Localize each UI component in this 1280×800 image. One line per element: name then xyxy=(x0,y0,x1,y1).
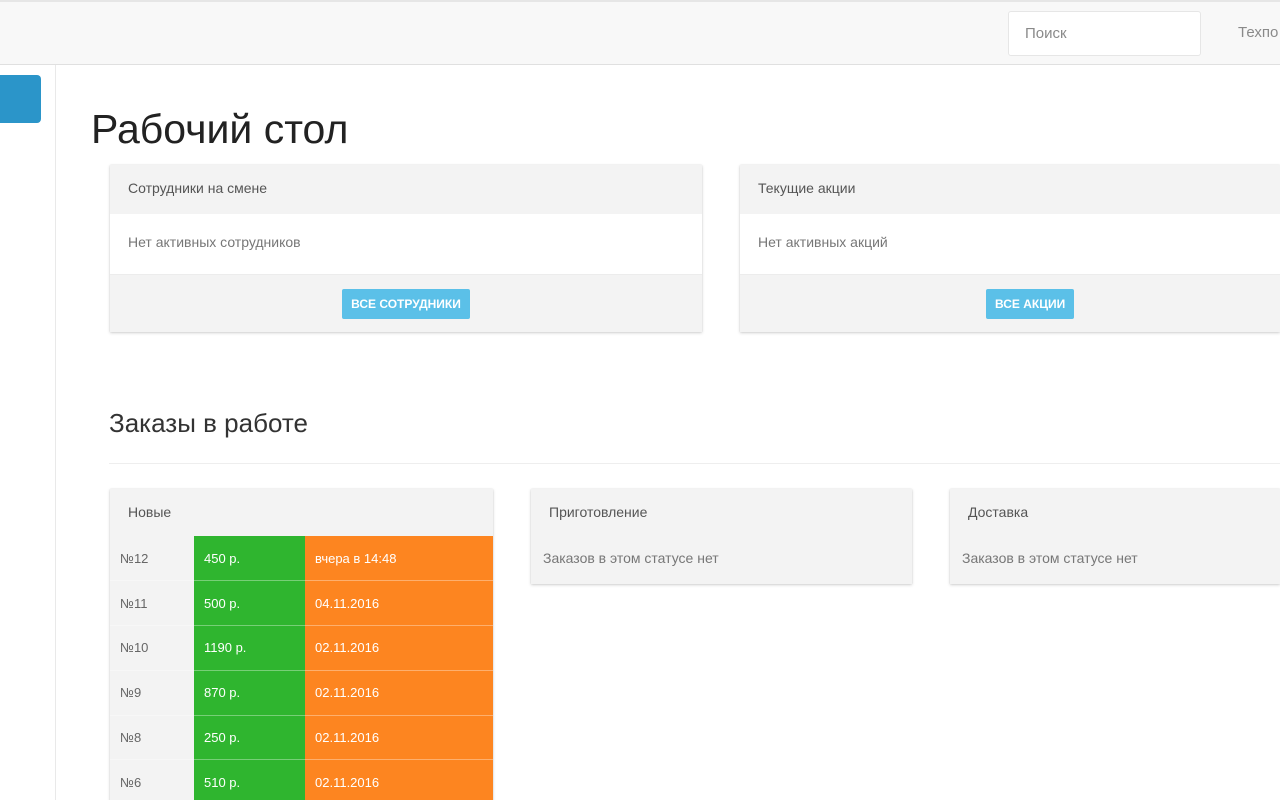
order-row[interactable]: №8 250 р. 02.11.2016 xyxy=(110,715,493,761)
orders-section-title: Заказы в работе xyxy=(109,408,308,438)
order-time: 02.11.2016 xyxy=(305,759,493,800)
orders-table: №12 450 р. вчера в 14:48 №11 500 р. 04.1… xyxy=(110,536,493,800)
order-time: 02.11.2016 xyxy=(305,625,493,671)
current-promotions-panel: Текущие акции Нет активных акций ВСЕ АКЦ… xyxy=(740,165,1280,332)
order-row[interactable]: №11 500 р. 04.11.2016 xyxy=(110,580,493,627)
all-promotions-button[interactable]: ВСЕ АКЦИИ xyxy=(986,288,1075,319)
column-title: Доставка xyxy=(950,489,1280,536)
order-time: 02.11.2016 xyxy=(305,715,493,761)
nav-link-support[interactable]: Техпо xyxy=(1238,24,1278,41)
orders-column-delivery: Доставка Заказов в этом статусе нет xyxy=(950,489,1280,584)
orders-column-new: Новые №12 450 р. вчера в 14:48 №11 500 р… xyxy=(110,489,493,800)
order-number: №6 xyxy=(110,759,194,800)
top-navbar: Техпо xyxy=(0,0,1280,65)
order-amount: 870 р. xyxy=(194,670,305,716)
order-number: №10 xyxy=(110,625,194,671)
page-title: Рабочий стол xyxy=(91,106,349,152)
order-time: вчера в 14:48 xyxy=(305,536,493,582)
order-row[interactable]: №10 1190 р. 02.11.2016 xyxy=(110,625,493,671)
order-row[interactable]: №6 510 р. 02.11.2016 xyxy=(110,759,493,800)
order-row[interactable]: №12 450 р. вчера в 14:48 xyxy=(110,536,493,582)
column-empty-text: Заказов в этом статусе нет xyxy=(531,536,912,584)
order-number: №9 xyxy=(110,670,194,716)
section-divider xyxy=(109,463,1280,464)
order-amount: 1190 р. xyxy=(194,625,305,671)
column-empty-text: Заказов в этом статусе нет xyxy=(950,536,1280,584)
order-amount: 450 р. xyxy=(194,536,305,582)
column-title: Приготовление xyxy=(531,489,912,536)
order-amount: 510 р. xyxy=(194,759,305,800)
order-number: №11 xyxy=(110,580,194,627)
sidebar xyxy=(0,65,56,800)
panel-title: Текущие акции xyxy=(740,165,1280,214)
orders-column-preparation: Приготовление Заказов в этом статусе нет xyxy=(531,489,912,584)
order-number: №12 xyxy=(110,536,194,582)
order-number: №8 xyxy=(110,715,194,761)
order-row[interactable]: №9 870 р. 02.11.2016 xyxy=(110,670,493,716)
order-amount: 500 р. xyxy=(194,580,305,627)
panel-empty-text: Нет активных акций xyxy=(758,234,888,250)
search-input[interactable] xyxy=(1008,11,1201,56)
order-time: 02.11.2016 xyxy=(305,670,493,716)
panel-title: Сотрудники на смене xyxy=(110,165,702,214)
order-time: 04.11.2016 xyxy=(305,580,493,627)
panel-footer: ВСЕ АКЦИИ xyxy=(740,274,1280,332)
column-title: Новые xyxy=(110,489,493,536)
panel-empty-text: Нет активных сотрудников xyxy=(128,234,301,250)
staff-on-shift-panel: Сотрудники на смене Нет активных сотрудн… xyxy=(110,165,702,332)
all-staff-button[interactable]: ВСЕ СОТРУДНИКИ xyxy=(342,288,470,319)
panel-footer: ВСЕ СОТРУДНИКИ xyxy=(110,274,702,332)
sidebar-toggle-button[interactable] xyxy=(0,75,41,123)
order-amount: 250 р. xyxy=(194,715,305,761)
